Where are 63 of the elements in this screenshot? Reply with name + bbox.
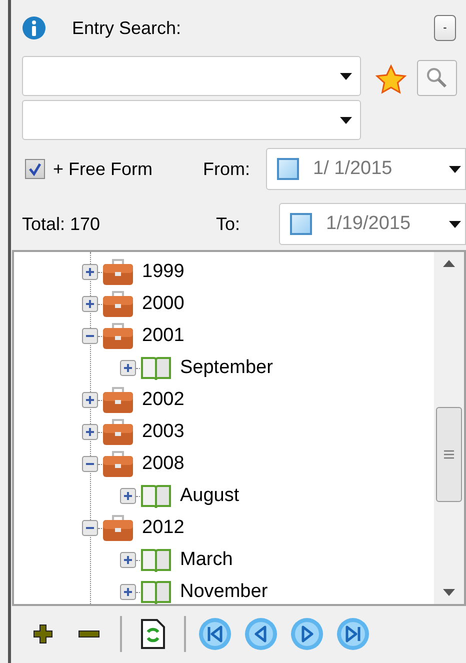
- grip-icon: [444, 450, 454, 459]
- briefcase-icon: [102, 386, 134, 414]
- collapse-button[interactable]: -: [434, 15, 456, 41]
- star-icon[interactable]: [375, 64, 407, 96]
- expand-toggle[interactable]: [120, 552, 136, 568]
- date-checkbox[interactable]: [277, 158, 299, 180]
- scroll-up-icon[interactable]: [443, 260, 455, 267]
- collapse-toggle[interactable]: [82, 520, 98, 536]
- tree-item[interactable]: 2000: [142, 290, 184, 318]
- expand-toggle[interactable]: [120, 488, 136, 504]
- tree-item[interactable]: November: [180, 578, 268, 604]
- briefcase-icon: [102, 418, 134, 446]
- book-icon: [140, 578, 172, 604]
- to-label: To:: [216, 212, 242, 236]
- info-icon: [22, 16, 46, 40]
- scroll-down-icon[interactable]: [443, 589, 455, 596]
- expand-toggle[interactable]: [82, 392, 98, 408]
- caret-icon: [340, 72, 352, 80]
- free-form-checkbox[interactable]: [25, 159, 45, 179]
- caret-icon: [449, 166, 461, 172]
- collapse-toggle[interactable]: [82, 456, 98, 472]
- panel-title: Entry Search:: [72, 16, 182, 40]
- first-page-icon[interactable]: [198, 616, 232, 650]
- search-button[interactable]: [417, 60, 457, 96]
- tree-item[interactable]: 2002: [142, 386, 184, 414]
- previous-icon[interactable]: [244, 616, 278, 650]
- briefcase-icon: [102, 258, 134, 286]
- tree-item[interactable]: August: [180, 482, 240, 510]
- tree-item[interactable]: 2012: [142, 514, 184, 542]
- briefcase-icon: [102, 514, 134, 542]
- total-count: Total: 170: [22, 212, 102, 236]
- briefcase-icon: [102, 290, 134, 318]
- remove-icon[interactable]: [78, 630, 100, 638]
- book-icon: [140, 354, 172, 382]
- date-checkbox[interactable]: [290, 213, 312, 235]
- last-page-icon[interactable]: [336, 616, 370, 650]
- collapse-toggle[interactable]: [82, 328, 98, 344]
- add-icon[interactable]: [32, 622, 54, 644]
- tree-item[interactable]: 1999: [142, 258, 184, 286]
- book-icon: [140, 546, 172, 574]
- caret-icon: [449, 220, 461, 228]
- tree-item[interactable]: March: [180, 546, 233, 574]
- from-label: From:: [203, 158, 251, 180]
- book-icon: [140, 482, 172, 510]
- expand-toggle[interactable]: [82, 264, 98, 280]
- to-date-picker[interactable]: 1/19/2015: [279, 203, 466, 245]
- briefcase-icon: [102, 322, 134, 350]
- expand-toggle[interactable]: [82, 424, 98, 440]
- next-icon[interactable]: [290, 616, 324, 650]
- scrollbar[interactable]: [434, 252, 464, 604]
- free-form-label: + Free Form: [53, 158, 154, 180]
- from-date-picker[interactable]: 1/ 1/2015: [266, 148, 466, 190]
- tree-item[interactable]: 2001: [142, 322, 184, 350]
- tree-item[interactable]: 2008: [142, 450, 184, 478]
- refresh-icon[interactable]: [140, 618, 166, 650]
- expand-toggle[interactable]: [120, 584, 136, 600]
- expand-toggle[interactable]: [82, 296, 98, 312]
- caret-icon: [340, 116, 352, 124]
- expand-toggle[interactable]: [120, 360, 136, 376]
- tree-item[interactable]: September: [180, 354, 273, 382]
- tree-item[interactable]: 2003: [142, 418, 184, 446]
- search-icon: [425, 66, 449, 90]
- briefcase-icon: [102, 450, 134, 478]
